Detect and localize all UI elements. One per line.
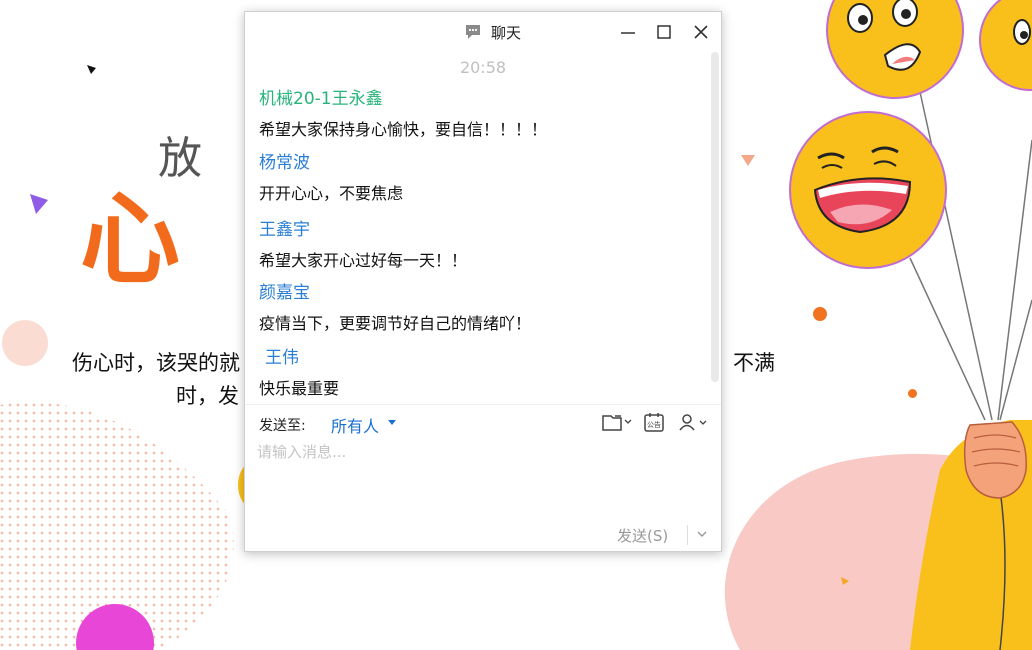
participant-button[interactable] bbox=[677, 411, 711, 433]
message-scrollbar[interactable] bbox=[711, 52, 719, 382]
slide-text-line1: 伤心时，该哭的就 bbox=[72, 351, 240, 375]
message-text: 开开心心，不要焦虑 bbox=[259, 184, 404, 203]
message-text: 希望大家保持身心愉快，要自信！！！！ bbox=[259, 120, 548, 139]
announcement-button[interactable]: 公告 bbox=[643, 411, 665, 433]
message-timestamp: 20:58 bbox=[459, 58, 507, 77]
send-to-value[interactable]: 所有人 bbox=[331, 413, 379, 437]
folder-icon bbox=[602, 415, 632, 431]
message-sender[interactable]: 机械20-1王永鑫 bbox=[259, 84, 383, 109]
chat-bubble-icon bbox=[466, 25, 480, 39]
maximize-icon bbox=[657, 25, 671, 39]
slide-big-text: 心 bbox=[80, 181, 180, 298]
send-divider bbox=[687, 525, 688, 545]
close-icon bbox=[694, 25, 708, 39]
minimize-icon bbox=[621, 32, 635, 34]
message-text: 希望大家开心过好每一天！！ bbox=[259, 251, 468, 270]
message-sender[interactable]: 王鑫宇 bbox=[259, 215, 310, 240]
minimize-button[interactable] bbox=[617, 22, 639, 42]
message-sender[interactable]: 杨常波 bbox=[259, 148, 310, 173]
purple-triangle bbox=[30, 194, 48, 214]
close-button[interactable] bbox=[690, 22, 712, 42]
peach-triangle bbox=[741, 155, 755, 166]
message-text: 疫情当下，更要调节好自己的情绪吖！ bbox=[259, 314, 532, 333]
pink-circle bbox=[2, 320, 48, 366]
message-text: 快乐最重要 bbox=[259, 379, 340, 398]
slide-text-line2: 时，发 bbox=[176, 384, 239, 408]
message-input[interactable] bbox=[257, 441, 707, 511]
caret-down-icon[interactable] bbox=[388, 420, 396, 425]
chat-window: 聊天 20:58 机械20-1王永鑫 希望大家保持身心愉快，要自信！！！！ 杨常… bbox=[244, 11, 722, 552]
chat-titlebar[interactable]: 聊天 bbox=[245, 12, 721, 52]
svg-text:公告: 公告 bbox=[647, 420, 661, 429]
send-button[interactable]: 发送(S) bbox=[617, 525, 668, 546]
send-to-label: 发送至: bbox=[259, 418, 306, 434]
message-sender[interactable]: 王伟 bbox=[265, 343, 299, 368]
message-list[interactable]: 20:58 机械20-1王永鑫 希望大家保持身心愉快，要自信！！！！ 杨常波 开… bbox=[245, 52, 721, 404]
chat-title: 聊天 bbox=[491, 24, 522, 42]
compose-area: 发送至: 所有人 公告 请输入消息... 发送(S) bbox=[245, 404, 721, 551]
announcement-icon: 公告 bbox=[644, 413, 664, 432]
file-button[interactable] bbox=[601, 411, 633, 433]
chevron-down-icon[interactable] bbox=[695, 527, 709, 541]
maximize-button[interactable] bbox=[653, 22, 675, 42]
user-icon bbox=[679, 414, 707, 431]
black-triangle bbox=[87, 65, 96, 74]
emoji-balloons-illustration bbox=[789, 0, 1032, 650]
message-sender[interactable]: 颜嘉宝 bbox=[259, 278, 310, 303]
